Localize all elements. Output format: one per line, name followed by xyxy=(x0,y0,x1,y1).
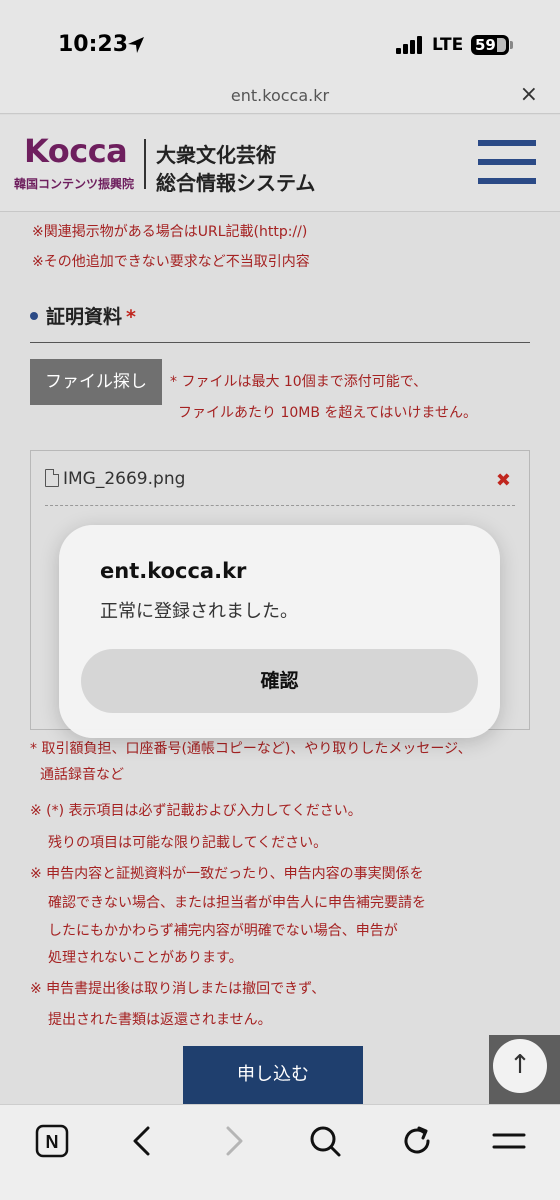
site-title-line1: 大衆文化芸術 xyxy=(156,143,276,167)
dialog-message: 正常に登録されました。 xyxy=(100,601,298,622)
status-bar: 10:23 LTE 59 xyxy=(0,0,560,86)
note-line: ※その他追加できない要求など不当取引内容 xyxy=(32,254,310,270)
battery-icon: 59 xyxy=(471,35,509,55)
home-label: N xyxy=(46,1132,59,1152)
file-note: * ファイルは最大 10個まで添付可能で、 xyxy=(170,374,428,390)
file-name: IMG_2669.png xyxy=(63,469,186,489)
note-line: ※関連掲示物がある場合はURL記載(http://) xyxy=(32,224,308,240)
site-header: Kocca 韓国コンテンツ振興院 大衆文化芸術 総合情報システム xyxy=(0,115,560,212)
warning-line: ※ 申告書提出後は取り消しまたは撤回できず、 xyxy=(30,981,326,997)
file-browse-button[interactable]: ファイル探し xyxy=(30,359,162,405)
file-icon xyxy=(45,469,59,487)
file-item[interactable]: IMG_2669.png xyxy=(45,469,185,489)
divider xyxy=(30,342,530,343)
url-text[interactable]: ent.kocca.kr xyxy=(0,86,560,105)
url-bar[interactable]: ent.kocca.kr × xyxy=(0,78,560,114)
dialog-title: ent.kocca.kr xyxy=(100,559,247,583)
menu-icon[interactable] xyxy=(489,1123,529,1163)
naver-home-icon[interactable]: N xyxy=(32,1123,72,1163)
kocca-logo[interactable]: Kocca xyxy=(24,132,128,170)
required-mark: * xyxy=(126,306,136,328)
warning-line: 残りの項目は可能な限り記載してください。 xyxy=(48,835,328,851)
section-title: 証明資料 * xyxy=(30,302,136,329)
warning-line: 処理されないことがあります。 xyxy=(48,950,243,966)
warning-line: ※ (*) 表示項目は必ず記載および入力してください。 xyxy=(30,803,362,819)
warning-line: ※ 申告内容と証拠資料が一致だったり、申告内容の事実関係を xyxy=(30,866,424,882)
submit-button[interactable]: 申し込む xyxy=(183,1046,363,1104)
site-title-line2: 総合情報システム xyxy=(156,171,316,195)
battery-level: 59 xyxy=(475,36,496,54)
scroll-top-area: ↑ xyxy=(489,1035,560,1108)
close-icon[interactable]: × xyxy=(520,82,538,107)
warning-line: 確認できない場合、または担当者が申告人に申告補完要請を xyxy=(48,895,426,911)
hamburger-menu-icon[interactable] xyxy=(478,140,536,186)
logo-subtitle: 韓国コンテンツ振興院 xyxy=(14,177,135,191)
forward-icon[interactable] xyxy=(214,1123,254,1163)
bullet-icon xyxy=(30,311,38,320)
confirm-button[interactable]: 確認 xyxy=(81,649,478,713)
scroll-top-icon[interactable]: ↑ xyxy=(493,1039,547,1093)
evidence-note: * 取引額負担、口座番号(通帳コピーなど)、やり取りしたメッセージ、 xyxy=(30,741,472,757)
remove-file-icon[interactable]: ✖ xyxy=(496,470,511,491)
file-note: ファイルあたり 10MB を超えてはいけません。 xyxy=(178,405,477,421)
section-title-text: 証明資料 xyxy=(46,306,123,328)
logo-divider xyxy=(144,139,146,189)
network-type: LTE xyxy=(432,35,464,55)
signal-icon xyxy=(396,36,422,54)
dashed-divider xyxy=(45,505,515,506)
reload-icon[interactable] xyxy=(397,1123,437,1163)
status-time: 10:23 xyxy=(58,32,129,57)
evidence-note: 通話録音など xyxy=(40,767,124,783)
search-icon[interactable] xyxy=(305,1123,345,1163)
alert-dialog: ent.kocca.kr 正常に登録されました。 確認 xyxy=(59,525,500,738)
browser-toolbar: N xyxy=(0,1104,560,1200)
warning-line: したにもかかわらず補完内容が明確でない場合、申告が xyxy=(48,923,398,939)
location-arrow-icon xyxy=(128,37,144,53)
back-icon[interactable] xyxy=(122,1123,162,1163)
warning-line: 提出された書類は返還されません。 xyxy=(48,1012,272,1028)
